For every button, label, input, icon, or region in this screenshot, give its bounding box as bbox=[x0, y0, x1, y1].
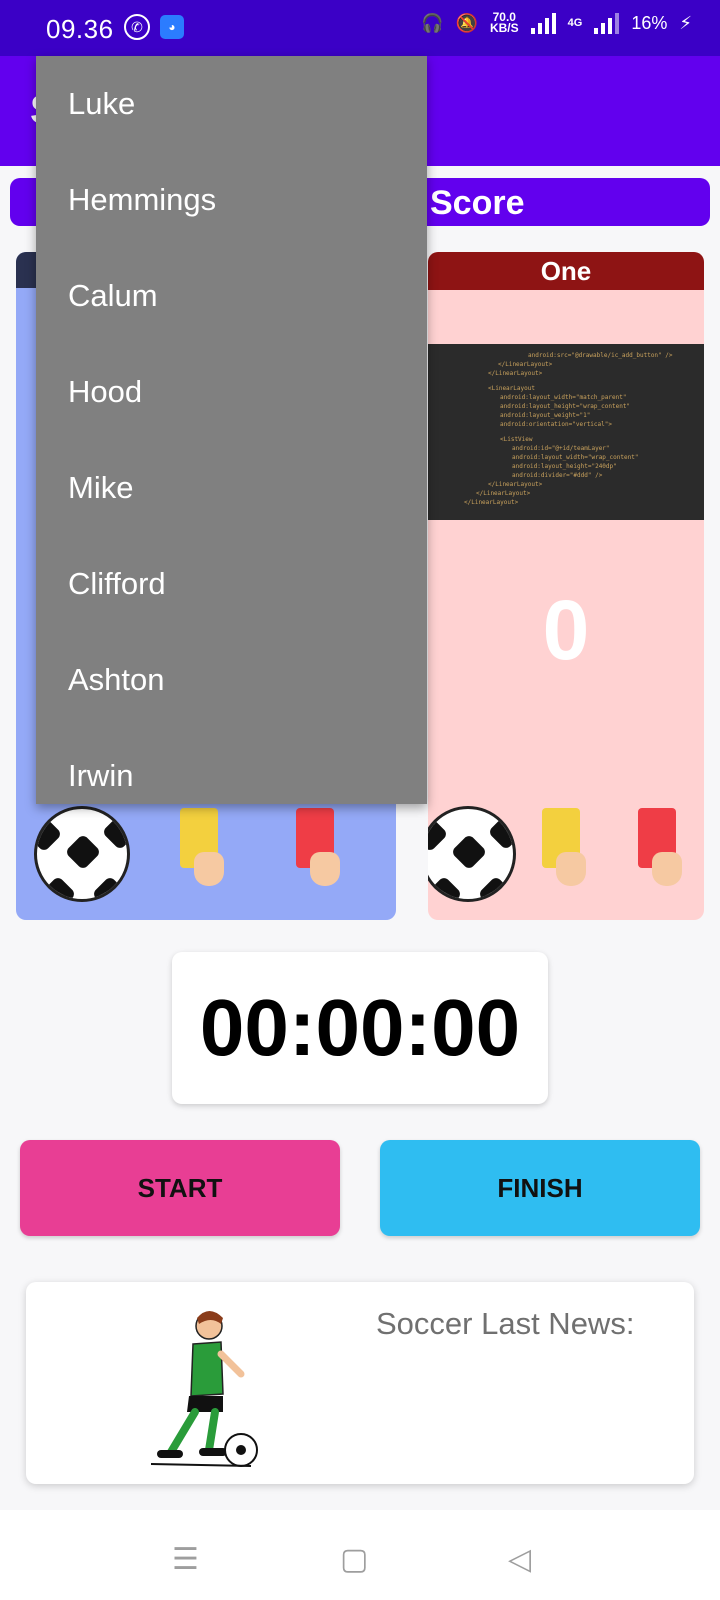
news-card[interactable]: Soccer Last News: bbox=[26, 1282, 694, 1484]
team-right-image: android:src="@drawable/ic_add_button" />… bbox=[428, 344, 704, 520]
android-app-icon: ◕ bbox=[160, 15, 184, 39]
finish-button[interactable]: FINISH bbox=[380, 1140, 700, 1236]
score-banner-label: Score bbox=[430, 184, 525, 222]
status-bar: 09.36 ✆ ◕ 🎧 🔕 70.0 KB/S 4G 16% ⚡ bbox=[0, 0, 720, 56]
whatsapp-icon: ✆ bbox=[124, 14, 150, 40]
signal-icon-2 bbox=[594, 12, 620, 34]
signal-icon bbox=[530, 12, 556, 34]
hand-icon bbox=[310, 852, 340, 886]
dropdown-item[interactable]: Irwin bbox=[36, 728, 427, 804]
battery-level: 16% bbox=[631, 12, 668, 33]
dropdown-item[interactable]: Ashton bbox=[36, 632, 427, 728]
match-timer: 00:00:00 bbox=[172, 952, 548, 1104]
status-notification-icons: ✆ ◕ bbox=[124, 14, 184, 40]
soccer-ball-icon[interactable] bbox=[428, 806, 516, 902]
team-left-actions bbox=[16, 804, 396, 904]
system-navigation-bar: ☰ ▢ ◁ bbox=[0, 1510, 720, 1600]
menu-icon[interactable]: ☰ bbox=[172, 1542, 199, 1577]
dropdown-item[interactable]: Hemmings bbox=[36, 152, 427, 248]
soccer-player-illustration bbox=[150, 1311, 258, 1467]
soccer-ball-icon[interactable] bbox=[34, 806, 130, 902]
network-type: 4G bbox=[567, 17, 583, 29]
team-right-name[interactable]: One bbox=[428, 252, 704, 290]
team-right-actions bbox=[428, 804, 704, 904]
headphones-icon: 🎧 bbox=[421, 12, 444, 33]
player-dropdown-menu: Luke Hemmings Calum Hood Mike Clifford A… bbox=[36, 56, 427, 804]
status-time: 09.36 bbox=[46, 14, 114, 44]
hand-icon bbox=[194, 852, 224, 886]
dropdown-item[interactable]: Hood bbox=[36, 344, 427, 440]
dropdown-item[interactable]: Clifford bbox=[36, 536, 427, 632]
dropdown-item[interactable]: Calum bbox=[36, 248, 427, 344]
team-card-right: One android:src="@drawable/ic_add_button… bbox=[428, 252, 704, 920]
start-button[interactable]: START bbox=[20, 1140, 340, 1236]
status-system-icons: 🎧 🔕 70.0 KB/S 4G 16% ⚡ bbox=[421, 10, 692, 35]
back-triangle-icon[interactable]: ◁ bbox=[508, 1542, 531, 1577]
bell-off-icon: 🔕 bbox=[455, 12, 478, 33]
hand-icon bbox=[556, 852, 586, 886]
team-right-score: 0 bbox=[542, 583, 590, 677]
home-square-icon[interactable]: ▢ bbox=[340, 1542, 368, 1577]
dropdown-item[interactable]: Luke bbox=[36, 56, 427, 152]
hand-icon bbox=[652, 852, 682, 886]
battery-charging-icon: ⚡ bbox=[679, 12, 692, 33]
dropdown-item[interactable]: Mike bbox=[36, 440, 427, 536]
network-speed: 70.0 KB/S bbox=[489, 10, 519, 35]
news-title: Soccer Last News: bbox=[376, 1306, 635, 1341]
